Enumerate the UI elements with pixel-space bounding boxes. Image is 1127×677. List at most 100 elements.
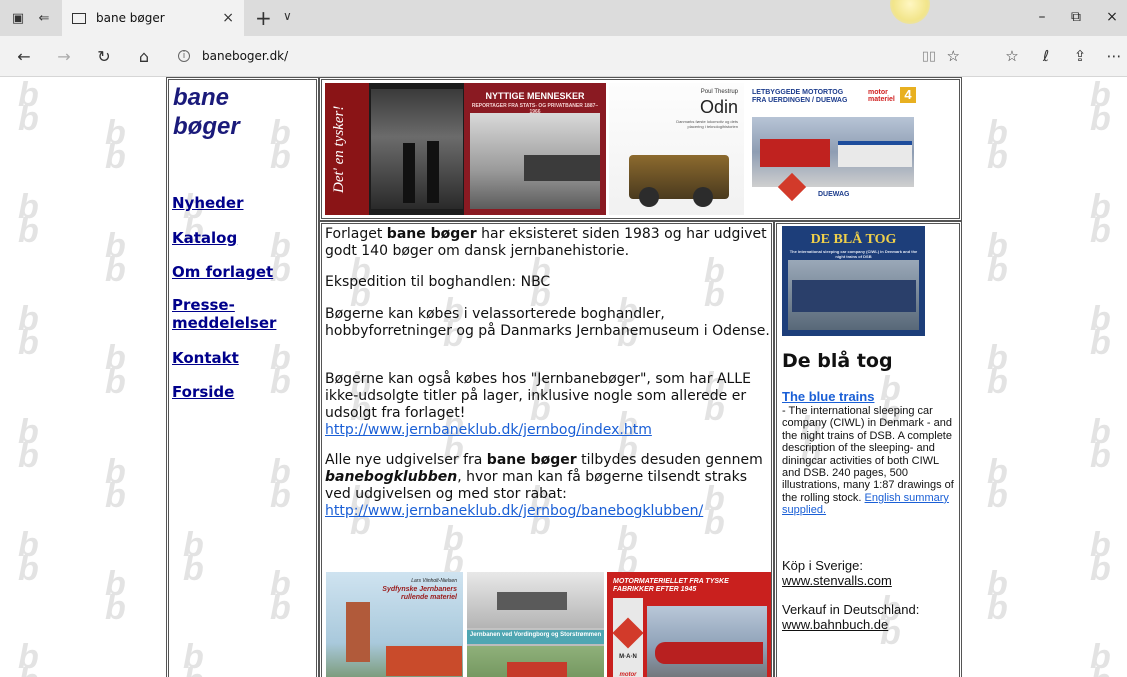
watermark-b: bb xyxy=(1090,77,1111,138)
book-cover-letbyggede-motortog[interactable]: LETBYGGEDE MOTORTOG FRA UERDINGEN / DUEW… xyxy=(746,83,919,207)
watermark-b: bb xyxy=(18,526,39,588)
favorite-star-icon[interactable]: ☆ xyxy=(947,47,960,65)
cover-title: DE BLÅ TOG xyxy=(810,232,897,247)
watermark-b: bb xyxy=(1090,188,1111,250)
main-content: Forlaget bane bøger har eksisteret siden… xyxy=(319,221,774,677)
book-cover-motormateriellet-tyske[interactable]: MOTORMATERIELLET FRA TYSKE FABRIKKER EFT… xyxy=(607,572,771,677)
address-bar: ← → ↻ ⌂ i baneboger.dk/ ▯▯ ☆ ☆ ℓ ⇪ ⋯ xyxy=(0,36,1127,77)
cover-title: LETBYGGEDE MOTORTOG FRA UERDINGEN / DUEW… xyxy=(752,89,848,104)
cover-title: Jernbanen ved Vordingborg og Storstrømme… xyxy=(469,632,602,638)
watermark-b: bb xyxy=(987,565,1008,627)
cover-author: Lars Viinholt-Nielsen xyxy=(411,578,457,584)
web-page: bb bb bb bb bb bb bb bb bb bb bb bb bb b… xyxy=(0,77,1127,677)
cover-brand: motor materiel xyxy=(868,89,895,103)
cover-volume-number: 4 xyxy=(900,87,916,103)
cover-brand-motor: motor xyxy=(619,672,637,677)
cover-photo-figure xyxy=(403,143,415,203)
share-icon[interactable]: ⇪ xyxy=(1070,47,1090,65)
tab-close-icon[interactable]: × xyxy=(222,10,234,26)
cover-photo-red-train xyxy=(507,662,567,677)
nav-link-meddelelser[interactable]: meddelelser xyxy=(172,314,276,332)
stenvalls-link[interactable]: www.stenvalls.com xyxy=(782,573,958,588)
book-cover-de-bla-tog[interactable]: DE BLÅ TOG The international sleeping ca… xyxy=(782,226,925,336)
pen-notes-icon[interactable]: ℓ xyxy=(1036,47,1056,65)
cover-brand: M·A·N xyxy=(619,654,637,660)
jernbog-index-link[interactable]: http://www.jernbaneklub.dk/jernbog/index… xyxy=(325,422,652,438)
cover-duewag-label: DUEWAG xyxy=(818,191,850,198)
book-cover-jernbanen-ved-vordingborg[interactable]: Jernbanen ved Vordingborg og Storstrømme… xyxy=(467,572,604,677)
book-cover-nyttige-mennesker[interactable]: NYTTIGE MENNESKER REPORTAGER FRA STATS- … xyxy=(464,83,606,215)
nav-link-nyheder[interactable]: Nyheder xyxy=(172,194,244,212)
where-to-buy-paragraph: Bøgerne kan købes i velassorterede bogha… xyxy=(325,306,770,339)
cover-photo-blue-carriage xyxy=(792,280,916,312)
favorites-hub-icon[interactable]: ☆ xyxy=(1002,47,1022,65)
restore-icon[interactable]: ⧉ xyxy=(1066,9,1086,25)
cover-photo-wheel xyxy=(639,187,659,207)
minimize-icon[interactable]: – xyxy=(1032,9,1052,25)
cover-title: MOTORMATERIELLET FRA TYSKE FABRIKKER EFT… xyxy=(613,578,729,593)
forward-icon[interactable]: → xyxy=(54,47,74,66)
watermark-b: bb xyxy=(105,453,126,515)
site-logo[interactable]: bane bøger xyxy=(173,83,240,141)
watermark-b: bb xyxy=(105,227,126,289)
nav-link-katalog[interactable]: Katalog xyxy=(172,229,237,247)
back-icon[interactable]: ← xyxy=(14,47,34,66)
site-info-icon[interactable]: i xyxy=(178,50,190,62)
sidebar-heading: De blå tog xyxy=(782,350,893,372)
sweden-label: Köp i Sverige: xyxy=(782,558,863,573)
watermark-b: bb xyxy=(105,114,126,176)
more-menu-icon[interactable]: ⋯ xyxy=(1104,47,1124,65)
cover-photo-white-train xyxy=(838,141,912,167)
cover-author: Poul Thestrup xyxy=(700,89,738,95)
nav-link-forside[interactable]: Forside xyxy=(172,383,234,401)
watermark-b: bb xyxy=(1090,413,1111,475)
watermark-b: bb xyxy=(105,339,126,401)
watermark-b: bb xyxy=(18,300,39,362)
tab-list-chevron-icon[interactable]: ∨ xyxy=(283,9,292,23)
refresh-icon[interactable]: ↻ xyxy=(94,47,114,66)
nav-link-presse[interactable]: Presse- xyxy=(172,296,235,314)
cover-photo-ship xyxy=(497,592,567,610)
cover-photo-church-tower xyxy=(346,602,370,662)
tab-bar: ▣ ⇐ bane bøger × + ∨ – ⧉ × xyxy=(0,0,1127,36)
watermark-b: bb xyxy=(18,188,39,250)
intro-paragraph: Forlaget bane bøger har eksisteret siden… xyxy=(325,226,767,259)
close-window-icon[interactable]: × xyxy=(1102,9,1122,25)
banebogklubben-link[interactable]: http://www.jernbaneklub.dk/jernbog/baneb… xyxy=(325,503,703,519)
nav-column: bane bøger Nyheder Katalog Om forlaget Pr… xyxy=(166,77,319,677)
watermark-b: bb xyxy=(18,77,39,138)
cover-photo-train xyxy=(524,155,600,181)
watermark-b: bb xyxy=(105,565,126,627)
nav-link-om-forlaget[interactable]: Om forlaget xyxy=(172,263,273,281)
watermark-b: bb xyxy=(987,453,1008,515)
blue-trains-link[interactable]: The blue trains xyxy=(782,389,958,404)
tab-title: bane bøger xyxy=(96,11,165,25)
set-aside-tabs-icon[interactable]: ⇐ xyxy=(34,8,54,28)
book-cover-sydfynske-jernbaner[interactable]: Lars Viinholt-Nielsen Sydfynske Jernbane… xyxy=(326,572,463,677)
watermark-b: bb xyxy=(18,638,39,677)
sidebar-description: - The international sleeping car company… xyxy=(782,405,954,517)
watermark-b: bb xyxy=(987,227,1008,289)
url-text: baneboger.dk/ xyxy=(202,49,289,63)
watermark-b: bb xyxy=(18,413,39,475)
jernbaneboger-paragraph: Bøgerne kan også købes hos "Jernbanebøge… xyxy=(325,371,751,438)
browser-tab[interactable]: bane bøger × xyxy=(62,0,244,36)
bahnbuch-link[interactable]: www.bahnbuch.de xyxy=(782,617,958,632)
cover-title: Odin xyxy=(699,97,738,117)
nav-link-kontakt[interactable]: Kontakt xyxy=(172,349,239,367)
new-tab-icon[interactable]: + xyxy=(255,6,272,30)
home-icon[interactable]: ⌂ xyxy=(134,47,154,66)
reading-view-icon[interactable]: ▯▯ xyxy=(922,49,936,64)
tab-actions-icon[interactable]: ▣ xyxy=(8,8,28,28)
cover-photo-wheel xyxy=(693,187,713,207)
cover-photo-locomotive xyxy=(371,89,463,209)
cover-photo-figure xyxy=(427,141,439,203)
cover-title: Sydfynske Jernbaners rullende materiel xyxy=(382,586,457,601)
url-field[interactable]: i baneboger.dk/ ▯▯ ☆ xyxy=(178,42,966,70)
watermark-b: bb xyxy=(987,339,1008,401)
sidebar-featured-book: DE BLÅ TOG The international sleeping ca… xyxy=(774,221,962,677)
watermark-b: bb xyxy=(1090,300,1111,362)
cover-photo-red-express xyxy=(655,642,763,664)
book-cover-det-en-tysker[interactable]: Det' en tysker! xyxy=(325,83,464,215)
book-cover-odin[interactable]: Poul Thestrup Odin Danmarks første lokom… xyxy=(609,83,744,215)
